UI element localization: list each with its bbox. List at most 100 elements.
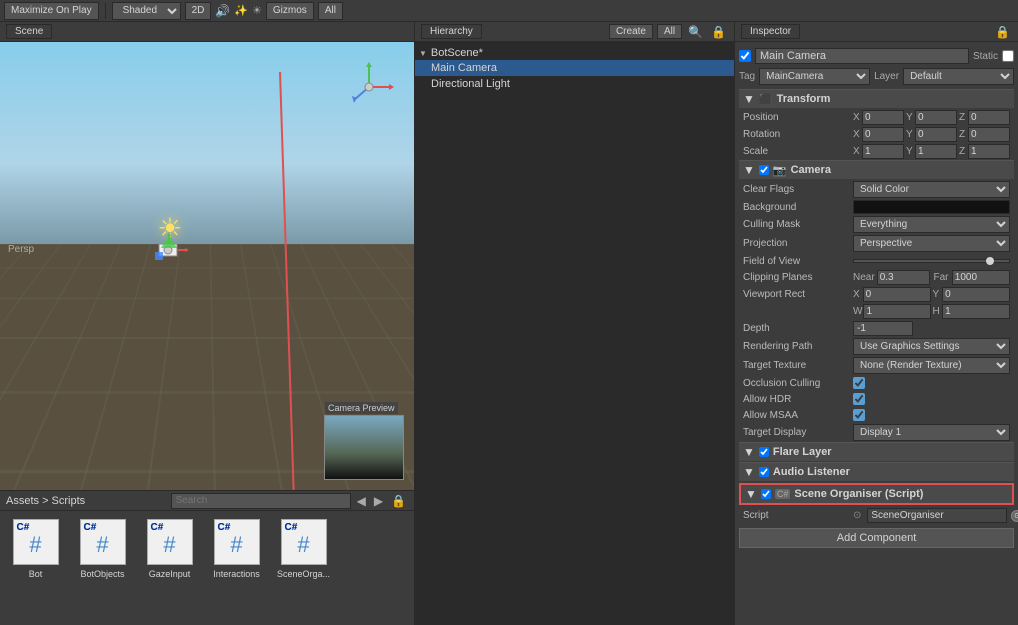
tag-select[interactable]: MainCamera [759,68,870,85]
audio-active-checkbox[interactable] [759,467,769,477]
audio-listener-header[interactable]: ▼ Audio Listener [739,462,1014,481]
rot-x-field: X [853,127,904,142]
camera-active-checkbox[interactable] [759,165,769,175]
culling-mask-select[interactable]: Everything [853,216,1010,233]
bottom-panel: Assets > Scripts ◀ ▶ 🔒 C# # Bot C# # Bot… [0,490,414,625]
fov-slider-track[interactable] [853,259,1010,263]
scene-tab[interactable]: Scene [6,24,52,39]
flare-active-checkbox[interactable] [759,447,769,457]
rendering-path-select[interactable]: Use Graphics Settings [853,338,1010,355]
near-input[interactable] [877,270,930,285]
occlusion-culling-checkbox[interactable] [853,377,865,389]
top-toolbar: Maximize On Play Shaded 2D 🔊 ✨ ☀ Gizmos … [0,0,1018,22]
gizmos-btn[interactable]: Gizmos [266,2,314,20]
vp-x-input[interactable] [863,287,931,302]
hierarchy-search-icon[interactable]: 🔍 [686,25,705,39]
add-component-btn[interactable]: Add Component [739,528,1014,548]
vp-y-label: Y [933,289,942,300]
rendering-path-label: Rendering Path [743,341,853,352]
hierarchy-content: ▼ BotScene* Main Camera Directional Ligh… [415,42,734,625]
shaded-select[interactable]: Shaded [112,2,181,20]
transform-fields: Position X Y Z [739,109,1014,160]
script-item-BotObjects[interactable]: C# # BotObjects [75,519,130,579]
rot-y-label: Y [906,129,914,140]
vp-x-label: X [853,289,862,300]
tag-label: Tag [739,71,755,82]
rot-x-input[interactable] [862,127,904,142]
2d-btn[interactable]: 2D [185,2,212,20]
script-label-BotObjects: BotObjects [80,569,124,579]
script-item-Bot[interactable]: C# # Bot [8,519,63,579]
search-input[interactable] [171,493,351,509]
scene-viewport[interactable]: Persp ☀ [0,42,414,490]
script-target-icon[interactable]: ⊙ [1011,510,1018,522]
scale-z-input[interactable] [968,144,1010,159]
far-input[interactable] [952,270,1010,285]
script-value-input[interactable] [867,508,1007,523]
script-item-SceneOrga...[interactable]: C# # SceneOrga... [276,519,331,579]
pos-y-input[interactable] [915,110,957,125]
left-column: Scene Persp [0,22,415,625]
pos-z-input[interactable] [968,110,1010,125]
fov-label: Field of View [743,256,853,267]
forward-btn[interactable]: ▶ [372,494,385,508]
hierarchy-create-btn[interactable]: Create [609,24,653,39]
rot-y-input[interactable] [915,127,957,142]
inspector-name-row: Static [739,46,1014,66]
inspector-panel: Inspector 🔒 Static Tag MainCamera Layer … [735,22,1018,625]
hierarchy-header: Hierarchy Create All 🔍 🔒 [415,22,734,42]
bottom-toolbar: Assets > Scripts ◀ ▶ 🔒 [0,491,414,511]
pos-x-input[interactable] [862,110,904,125]
maximize-on-play-btn[interactable]: Maximize On Play [4,2,99,20]
scale-label: Scale [743,146,853,157]
depth-input[interactable] [853,321,913,336]
gameobject-active-checkbox[interactable] [739,50,751,62]
allow-msaa-checkbox[interactable] [853,409,865,421]
scale-xyz: X Y Z [853,144,1010,159]
scale-y-input[interactable] [915,144,957,159]
script-item-Interactions[interactable]: C# # Interactions [209,519,264,579]
script-icon-SceneOrga...: C# # [281,519,327,565]
all-btn[interactable]: All [318,2,343,20]
vp-h-input[interactable] [942,304,1010,319]
viewport-rect-row: Viewport Rect X Y [739,286,1014,303]
layer-select[interactable]: Default [903,68,1014,85]
pos-z-field: Z [959,110,1010,125]
hierarchy-item-directional-light[interactable]: Directional Light [415,76,734,92]
back-btn[interactable]: ◀ [355,494,368,508]
hierarchy-scene-root[interactable]: ▼ BotScene* [415,46,734,60]
flare-layer-header[interactable]: ▼ Flare Layer [739,442,1014,461]
hierarchy-lock-icon[interactable]: 🔒 [709,25,728,39]
rendering-path-row: Rendering Path Use Graphics Settings [739,337,1014,356]
script-item-GazeInput[interactable]: C# # GazeInput [142,519,197,579]
culling-mask-row: Culling Mask Everything [739,215,1014,234]
scale-x-input[interactable] [862,144,904,159]
scene-organiser-active-checkbox[interactable] [761,489,771,499]
scene-organiser-header[interactable]: ▼ C# Scene Organiser (Script) [739,483,1014,505]
vp-y-input[interactable] [942,287,1010,302]
allow-hdr-checkbox[interactable] [853,393,865,405]
hierarchy-all-btn[interactable]: All [657,24,682,39]
clear-flags-select[interactable]: Solid Color [853,181,1010,198]
pos-x-label: X [853,112,861,123]
position-label: Position [743,112,853,123]
transform-component-header[interactable]: ▼ ⬛ Transform [739,89,1014,108]
projection-select[interactable]: Perspective [853,235,1010,252]
camera-component-header[interactable]: ▼ 📷 Camera [739,160,1014,179]
background-color-field[interactable] [853,200,1010,214]
vp-w-field: W [853,304,931,319]
hierarchy-tab[interactable]: Hierarchy [421,24,482,39]
occlusion-culling-row: Occlusion Culling [739,375,1014,391]
rot-z-input[interactable] [968,127,1010,142]
scene-panel-header: Scene [0,22,414,42]
fx-icon: ✨ [234,4,248,17]
vp-w-input[interactable] [863,304,930,319]
target-texture-select[interactable]: None (Render Texture) [853,357,1010,374]
gameobject-name-input[interactable] [755,48,969,64]
static-checkbox[interactable] [1002,50,1014,62]
target-display-select[interactable]: Display 1 [853,424,1010,441]
hierarchy-item-main-camera[interactable]: Main Camera [415,60,734,76]
lock-btn[interactable]: 🔒 [389,494,408,508]
fov-row: Field of View [739,253,1014,269]
inspector-lock-icon[interactable]: 🔒 [993,25,1012,39]
